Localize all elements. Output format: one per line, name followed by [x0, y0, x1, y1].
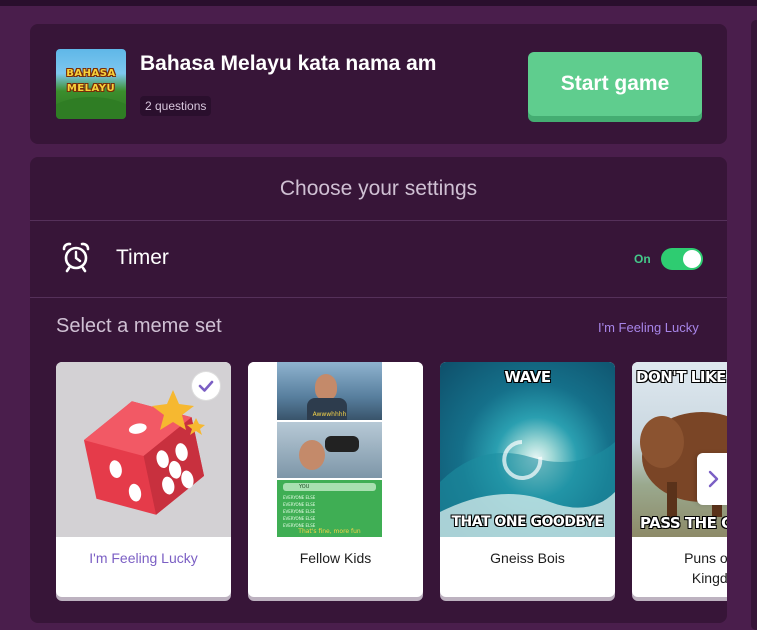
person-head-2: [299, 440, 325, 470]
meme-set-card-gneiss-bois[interactable]: WAVE THAT ONE GOODBYE Gneiss Bois: [440, 362, 615, 597]
meme-photo-mid: [277, 422, 382, 478]
yak-graphic: [640, 412, 727, 517]
meme-set-label: Puns of the Kingdom: [684, 550, 727, 586]
meme-list-row: EVERYONE ELSE: [283, 495, 316, 500]
selected-check-icon: [192, 372, 220, 400]
settings-card: Choose your settings Timer On Select a m…: [30, 157, 727, 623]
right-panel-edge: [751, 20, 757, 630]
meme-set-label: I'm Feeling Lucky: [89, 550, 198, 566]
question-count-badge: 2 questions: [140, 96, 212, 116]
meme-list-rows: EVERYONE ELSE EVERYONE ELSE EVERYONE ELS…: [283, 494, 376, 529]
meme-set-label: Fellow Kids: [299, 550, 372, 566]
thumbnail-hill: [56, 97, 126, 119]
chevron-right-icon: [708, 470, 719, 488]
timer-state-label: On: [634, 252, 651, 266]
timer-label: Timer: [116, 246, 169, 269]
meme-caption-top: WAVE: [504, 368, 551, 386]
divider: [30, 297, 727, 298]
toggle-knob: [683, 250, 701, 268]
meme-set-card-feeling-lucky[interactable]: I'm Feeling Lucky: [56, 362, 231, 597]
meme-caption-top: DON'T LIKE T: [636, 368, 727, 386]
alarm-clock-icon: [62, 242, 90, 273]
meme-set-image: WAVE THAT ONE GOODBYE: [440, 362, 615, 537]
meme-set-image: [56, 362, 231, 537]
game-card: BAHASA MELAYU Bahasa Melayu kata nama am…: [30, 24, 727, 144]
meme-list: YOU EVERYONE ELSE EVERYONE ELSE EVERYONE…: [277, 480, 382, 537]
next-meme-sets-button[interactable]: [697, 453, 727, 505]
meme-set-heading: Select a meme set: [56, 315, 222, 337]
game-title: Bahasa Melayu kata nama am: [140, 52, 437, 75]
top-bar-shadow: [0, 0, 757, 6]
meme-set-image: DON'T LIKE T PASS THE C: [632, 362, 727, 537]
meme-caption-bottom: That's fine, more fun: [298, 528, 361, 535]
meme-set-card-fellow-kids[interactable]: Awwwhhhh YOU EVERYONE ELSE EVERYONE ELSE…: [248, 362, 423, 597]
feeling-lucky-link[interactable]: I'm Feeling Lucky: [598, 320, 699, 335]
meme-set-image: Awwwhhhh YOU EVERYONE ELSE EVERYONE ELSE…: [248, 362, 423, 537]
meme-photo-top: Awwwhhhh: [277, 362, 382, 420]
thumbnail-text-line2: MELAYU: [66, 83, 116, 94]
meme-list-row: EVERYONE ELSE: [283, 516, 316, 521]
meme-caption-bottom: PASS THE C: [640, 514, 727, 532]
timer-toggle[interactable]: [661, 248, 703, 270]
binoculars: [325, 436, 359, 452]
game-thumbnail: BAHASA MELAYU: [56, 49, 126, 119]
meme-caption-bottom: THAT ONE GOODBYE: [451, 514, 604, 530]
settings-heading: Choose your settings: [279, 177, 478, 200]
meme-list-header: YOU: [283, 483, 376, 491]
meme-set-label: Gneiss Bois: [490, 550, 565, 566]
thumbnail-text-line1: BAHASA: [66, 68, 116, 79]
meme-list-row: EVERYONE ELSE: [283, 509, 316, 514]
meme-caption-small: Awwwhhhh: [312, 411, 347, 418]
person-head: [315, 374, 337, 400]
meme-list-row: EVERYONE ELSE: [283, 502, 316, 507]
start-game-button[interactable]: Start game: [528, 52, 702, 116]
divider: [30, 220, 727, 221]
wave-graphic: [440, 440, 615, 537]
